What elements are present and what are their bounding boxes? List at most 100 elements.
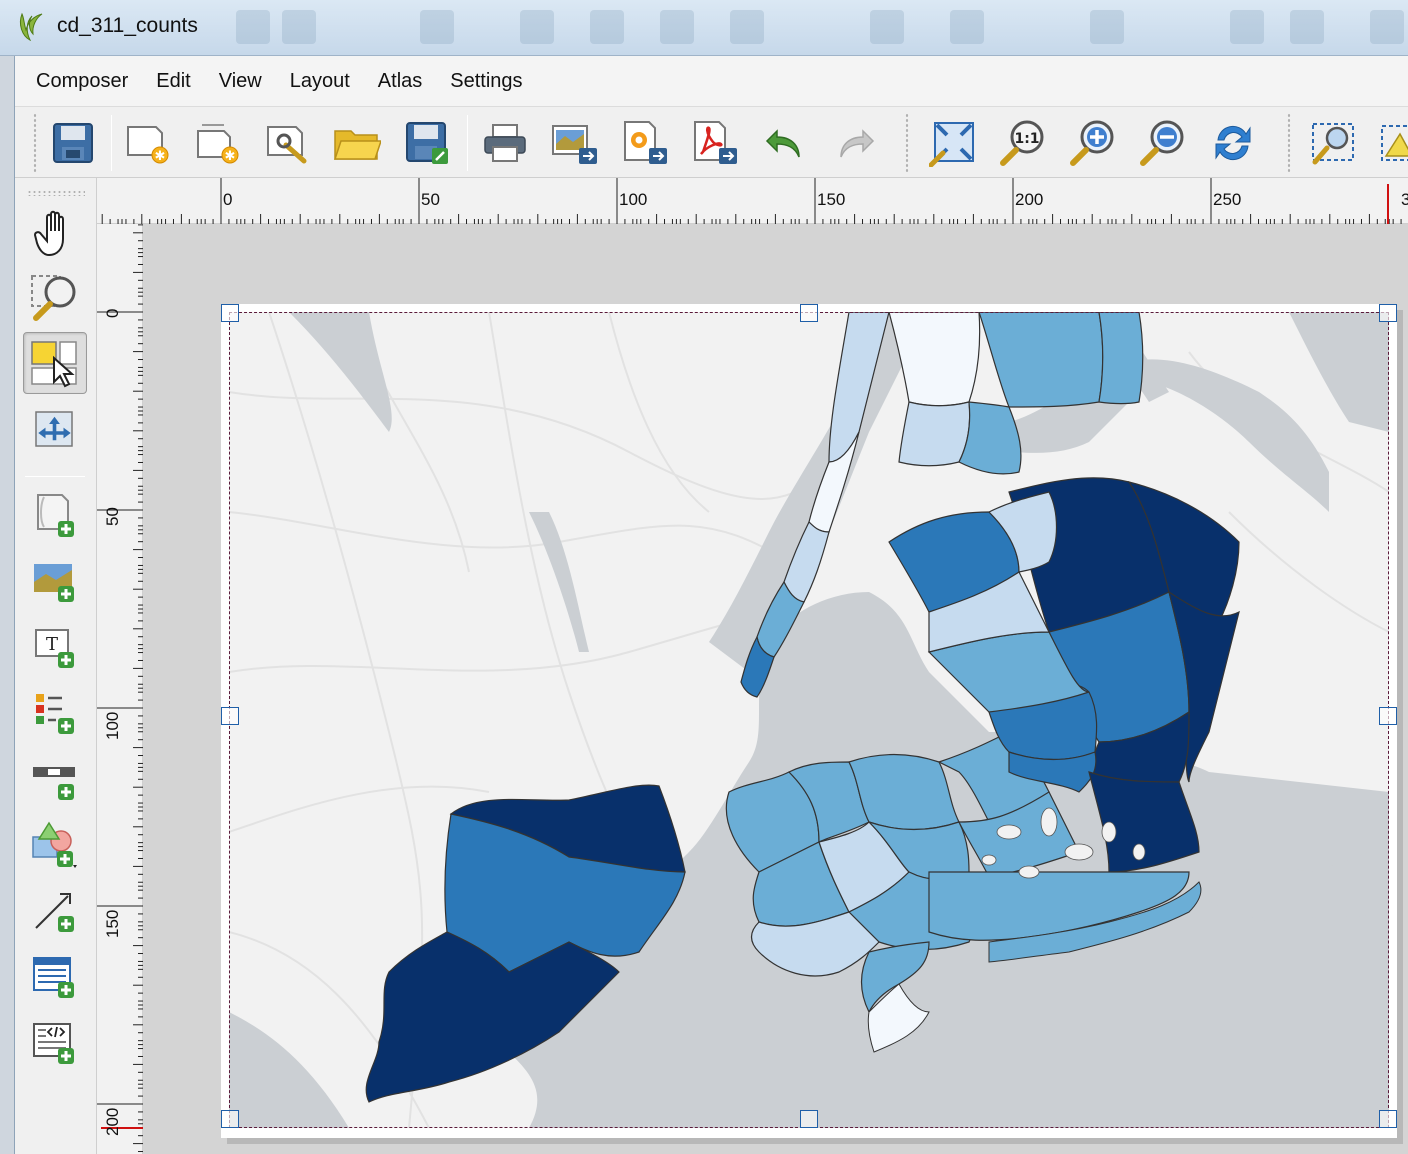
undo-icon [765,129,800,158]
print-icon [484,124,526,162]
add-image-button[interactable] [23,550,87,612]
open-template-button[interactable] [329,115,385,171]
add-attribute-table-button[interactable] [23,946,87,1008]
save-as-template-button[interactable] [399,115,455,171]
background-app-icon [236,10,270,44]
menu-layout[interactable]: Layout [276,64,364,99]
svg-text:✱: ✱ [225,149,236,164]
menu-edit[interactable]: Edit [142,64,204,99]
refresh-button[interactable] [1205,115,1261,171]
toolbar-grip [1287,113,1291,173]
pan-tool-icon [33,210,64,257]
composer-manager-button[interactable] [259,115,315,171]
composer-page [221,304,1397,1138]
resize-handle-bottom-right[interactable] [1379,1110,1397,1128]
background-app-icon [1230,10,1264,44]
zoom-tool-icon [31,275,76,321]
vertical-ruler-ticks [97,224,143,1153]
background-app-icon [420,10,454,44]
horizontal-ruler: 0 50 100 150 200 250 3 [97,178,1408,224]
background-app-icon [590,10,624,44]
background-app-icon [1370,10,1404,44]
redo-button[interactable] [827,115,883,171]
zoom-full-button[interactable] [925,115,981,171]
resize-handle-middle-left[interactable] [221,707,239,725]
ruler-label: 250 [1213,190,1242,209]
background-app-icon [520,10,554,44]
select-item-button[interactable] [1305,115,1361,171]
window-title-bar: cd_311_counts [0,0,1408,56]
add-legend-button[interactable] [23,682,87,744]
pan-tool-button[interactable] [23,202,87,264]
map-item[interactable] [229,312,1389,1128]
ruler-label: 100 [619,190,648,209]
ruler-label: 3 [1401,190,1408,209]
add-arrow-icon [35,893,74,932]
menu-settings[interactable]: Settings [436,64,536,99]
export-pdf-icon [694,121,737,164]
add-arrow-button[interactable] [23,880,87,942]
composer-window: Composer Edit View Layout Atlas Settings… [14,56,1408,1154]
qgis-logo-icon [19,12,43,42]
zoom-in-button[interactable] [1065,115,1121,171]
add-html-frame-icon [33,1023,74,1064]
background-app-icon [660,10,694,44]
zoom-out-button[interactable] [1135,115,1191,171]
svg-text:1:1: 1:1 [1014,131,1039,147]
resize-handle-top-left[interactable] [221,304,239,322]
menu-composer[interactable]: Composer [22,64,142,99]
select-move-item-button[interactable] [23,332,87,394]
new-composer-button[interactable]: ✱ [119,115,175,171]
zoom-actual-icon: 1:1 [1000,120,1044,166]
zoom-full-icon [929,122,974,167]
export-image-icon [552,125,597,164]
add-scalebar-button[interactable] [23,748,87,810]
undo-button[interactable] [757,115,813,171]
resize-handle-bottom-left[interactable] [221,1110,239,1128]
folder-open-icon [333,130,381,160]
ruler-label: 200 [1015,190,1044,209]
select-move-item-icon [31,341,77,388]
move-content-icon [1381,125,1408,161]
save-as-template-icon [406,122,448,164]
resize-handle-top-center[interactable] [800,304,818,322]
zoom-tool-button[interactable] [23,266,87,328]
export-pdf-button[interactable] [687,115,743,171]
add-html-frame-button[interactable] [23,1012,87,1074]
svg-text:T: T [46,634,58,655]
export-image-button[interactable] [547,115,603,171]
print-button[interactable] [477,115,533,171]
refresh-icon [1215,125,1251,161]
zoom-actual-button[interactable]: 1:1 [995,115,1051,171]
composer-canvas[interactable] [143,224,1408,1154]
resize-handle-bottom-center[interactable] [800,1110,818,1128]
add-shape-button[interactable] [23,814,87,876]
add-scalebar-icon [33,767,75,800]
ruler-label: 50 [103,507,122,526]
window-title: cd_311_counts [57,14,198,37]
resize-handle-top-right[interactable] [1379,304,1397,322]
toolbar-divider [467,115,468,171]
sidebar-divider [25,476,85,477]
horizontal-ruler-ticks [101,178,1402,224]
background-app-icon [1090,10,1124,44]
save-icon [53,123,93,163]
background-app-icon [282,10,316,44]
menu-view[interactable]: View [205,64,276,99]
add-label-button[interactable]: T [23,616,87,678]
zoom-out-icon [1140,120,1184,166]
move-item-content-button[interactable] [23,398,87,460]
resize-handle-middle-right[interactable] [1379,707,1397,725]
move-content-button[interactable] [1373,115,1408,171]
add-new-map-button[interactable] [23,484,87,546]
background-app-icon [870,10,904,44]
save-project-button[interactable] [45,115,101,171]
zoom-in-icon [1070,120,1114,166]
export-svg-icon [624,121,667,164]
background-app-icon [950,10,984,44]
duplicate-composer-button[interactable]: ✱ [189,115,245,171]
add-label-icon: T [35,629,74,668]
export-svg-button[interactable] [617,115,673,171]
new-composer-icon: ✱ [127,126,169,164]
menu-atlas[interactable]: Atlas [364,64,436,99]
